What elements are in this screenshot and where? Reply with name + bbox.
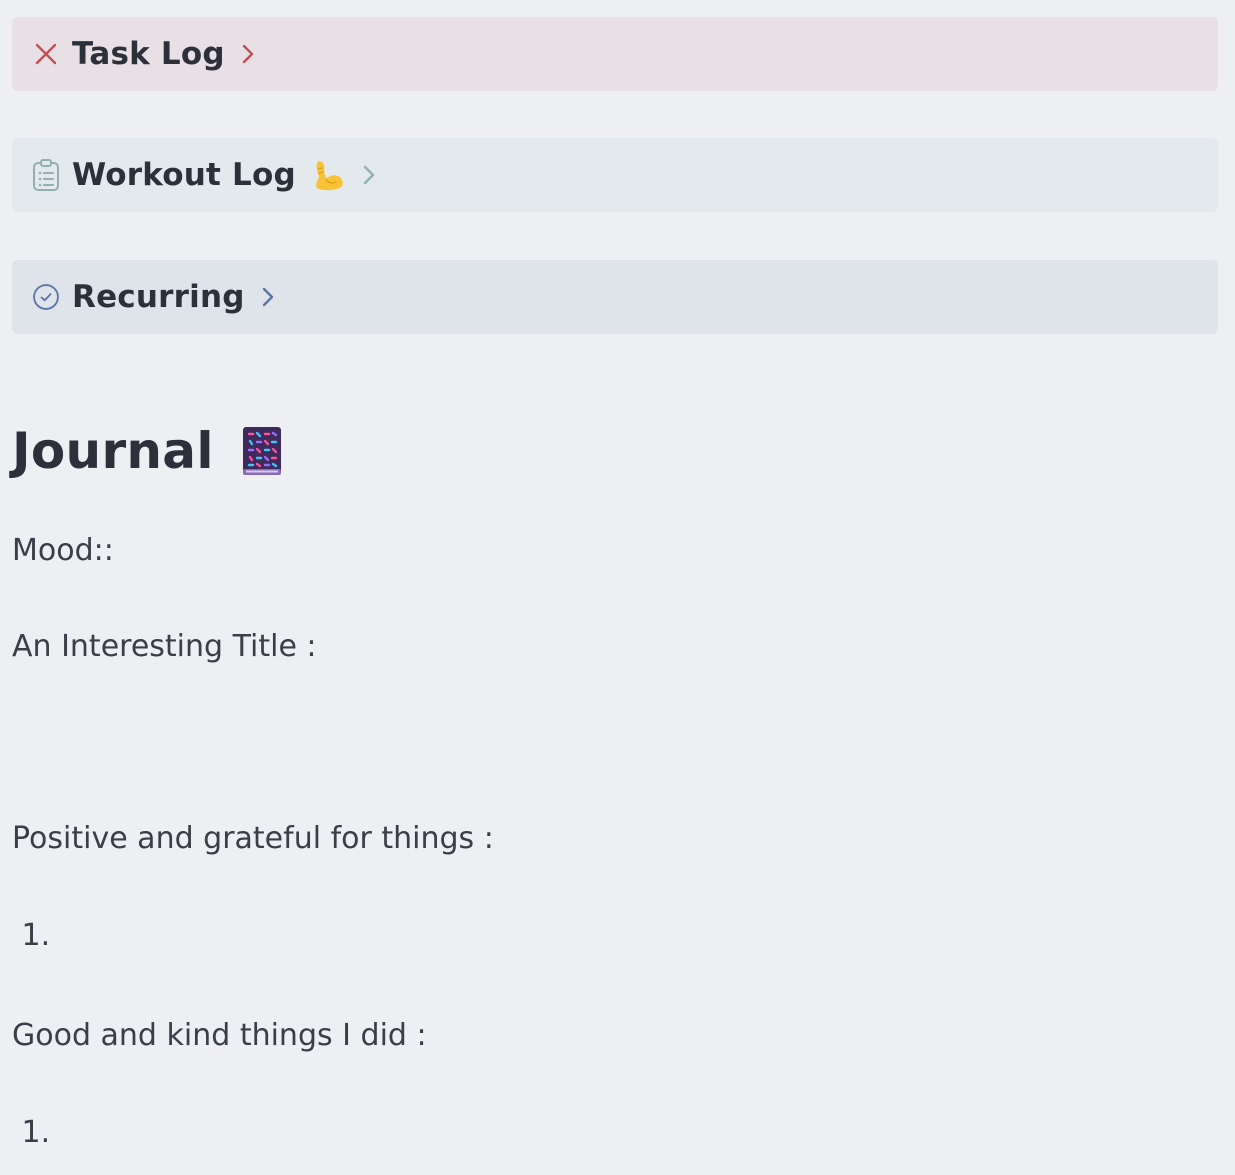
callout-title: Recurring xyxy=(72,279,245,315)
callout-task-log[interactable]: Task Log xyxy=(12,17,1218,91)
chevron-right-icon[interactable] xyxy=(261,285,277,309)
positive-label: Positive and grateful for things : xyxy=(12,821,494,856)
page-title: Journal xyxy=(12,422,214,480)
callout-recurring[interactable]: Recurring xyxy=(12,260,1218,334)
chevron-right-icon[interactable] xyxy=(241,42,257,66)
title-label: An Interesting Title : xyxy=(12,629,317,664)
x-icon xyxy=(32,37,60,71)
check-circle-icon xyxy=(32,280,60,314)
chevron-right-icon[interactable] xyxy=(362,163,378,187)
list-item[interactable]: 1. xyxy=(12,1115,51,1150)
callout-title: Task Log xyxy=(72,36,225,72)
clipboard-icon xyxy=(32,158,60,192)
list-item[interactable]: 1. xyxy=(12,918,51,953)
flexed-biceps-icon xyxy=(310,157,346,193)
callout-workout-log[interactable]: Workout Log xyxy=(12,138,1218,212)
journal-heading: Journal xyxy=(12,418,284,484)
mood-label: Mood:: xyxy=(12,533,114,568)
notebook-icon xyxy=(240,425,284,477)
good-things-label: Good and kind things I did : xyxy=(12,1018,427,1053)
callout-title: Workout Log xyxy=(72,157,296,193)
